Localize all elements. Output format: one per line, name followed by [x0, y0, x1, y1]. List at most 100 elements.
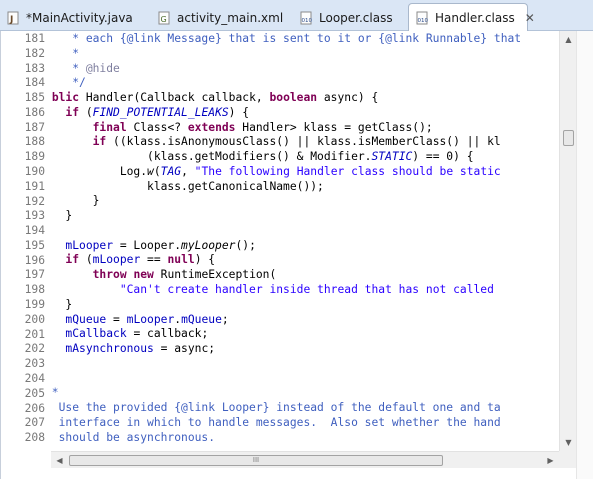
code-token: new — [133, 268, 154, 282]
line-number: 183 — [24, 61, 45, 75]
code-line[interactable]: public Handler(Callback callback, boolea… — [51, 91, 521, 106]
code-token: mLooper — [126, 312, 175, 326]
code-token: mQueue — [181, 312, 222, 326]
code-line[interactable]: Log.w(TAG, "The following Handler class … — [51, 165, 521, 180]
code-line[interactable]: mAsynchronous = async; — [51, 342, 521, 357]
code-token: mCallback — [65, 327, 127, 341]
scrollbar-corner — [559, 451, 576, 468]
tab-looper-class[interactable]: 010 Looper.class — [299, 4, 393, 31]
tab-label: Looper.class — [319, 10, 393, 25]
code-line[interactable]: throw new RuntimeException( — [51, 268, 521, 283]
scroll-down-icon[interactable]: ▼ — [560, 434, 577, 451]
code-line[interactable]: * each {@link Message} that is sent to i… — [51, 32, 521, 47]
code-line[interactable] — [51, 372, 521, 387]
code-token: FIND_POTENTIAL_LEAKS — [92, 105, 229, 119]
line-number: 194 — [24, 224, 45, 238]
code-line[interactable]: (klass.getModifiers() & Modifier.STATIC)… — [51, 150, 521, 165]
code-token: */ — [72, 76, 86, 90]
code-token: } — [65, 209, 73, 223]
code-token: * — [72, 46, 80, 60]
code-token: ( — [79, 105, 93, 119]
tab-handler-class[interactable]: 010 Handler.class ✕ — [408, 3, 535, 32]
code-token: if — [92, 135, 107, 149]
line-number: 188 — [24, 135, 45, 149]
code-token: ((klass.isAnonymousClass() || klass.isMe… — [106, 135, 501, 149]
code-line[interactable]: mQueue = mLooper.mQueue; — [51, 313, 521, 328]
code-area[interactable]: * each {@link Message} that is sent to i… — [51, 31, 559, 451]
code-token: (); — [235, 238, 256, 252]
code-token: ) { — [194, 253, 216, 267]
code-line[interactable]: * — [51, 47, 521, 62]
code-line[interactable]: if ((klass.isAnonymousClass() || klass.i… — [51, 135, 521, 150]
code-line[interactable]: } — [51, 298, 521, 313]
code-token: * — [72, 61, 80, 75]
code-token: == — [140, 253, 168, 267]
code-token: ) { — [228, 105, 250, 119]
tab-activity-main-xml[interactable]: G activity_main.xml — [157, 4, 283, 31]
line-number: 206 — [24, 401, 45, 415]
code-token: (klass.getModifiers() & Modifier. — [147, 150, 372, 164]
code-token: STATIC — [371, 150, 413, 164]
line-number: 184 — [24, 76, 45, 90]
code-line[interactable]: final Class<? extends Handler> klass = g… — [51, 121, 521, 136]
line-number: 196 — [24, 253, 45, 267]
code-token: null — [167, 253, 195, 267]
line-number: 197 — [24, 268, 45, 282]
tab-mainactivity-java[interactable]: J *MainActivity.java — [6, 4, 133, 31]
horizontal-scrollbar[interactable]: ◀ III ▶ — [51, 451, 559, 468]
line-number: 186 — [24, 105, 45, 119]
code-token: * should be asynchronous. — [51, 430, 216, 444]
xml-file-icon: G — [158, 11, 170, 24]
code-line[interactable]: mCallback = callback; — [51, 327, 521, 342]
code-line[interactable] — [51, 224, 521, 239]
line-number: 198 — [24, 283, 45, 297]
code-token: extends — [187, 120, 236, 134]
line-number: 201 — [24, 327, 45, 341]
code-line[interactable]: } — [51, 357, 521, 372]
line-number: 192 — [24, 194, 45, 208]
horizontal-scroll-thumb[interactable]: III — [69, 455, 443, 466]
code-editor[interactable]: 181 182 183 184 185 186 187 188 189 190 191 192 193 1… — [0, 31, 593, 479]
code-token: boolean — [269, 91, 318, 105]
vertical-scroll-thumb[interactable] — [563, 130, 574, 146]
code-line[interactable]: */ — [51, 76, 521, 91]
code-line[interactable]: "Can't create handler inside thread that… — [51, 283, 521, 298]
code-line[interactable]: if (FIND_POTENTIAL_LEAKS) { — [51, 106, 521, 121]
code-line[interactable]: /** — [51, 386, 521, 401]
code-line[interactable]: * @hide — [51, 62, 521, 77]
code-line[interactable]: * should be asynchronous. — [51, 431, 521, 446]
code-line[interactable]: } — [51, 209, 521, 224]
code-line[interactable]: } — [51, 194, 521, 209]
close-tab-icon[interactable]: ✕ — [525, 11, 535, 25]
code-line[interactable]: * Use the provided {@link Looper} instea… — [51, 401, 521, 416]
vertical-scrollbar[interactable]: ▲ ▼ — [559, 31, 576, 451]
code-token: mLooper — [92, 253, 141, 267]
code-line[interactable]: * interface in which to handle messages.… — [51, 416, 521, 431]
line-number: 202 — [24, 342, 45, 356]
code-token: if — [65, 253, 80, 267]
code-line[interactable]: mLooper = Looper.myLooper(); — [51, 239, 521, 254]
code-line[interactable]: klass.getCanonicalName()); — [51, 180, 521, 195]
line-number: 187 — [24, 120, 45, 134]
line-number: 191 — [24, 179, 45, 193]
line-number: 199 — [24, 298, 45, 312]
code-token: } — [92, 194, 100, 208]
line-number: 207 — [24, 416, 45, 430]
svg-text:010: 010 — [302, 18, 313, 24]
code-line[interactable]: if (mLooper == null) { — [51, 253, 521, 268]
scroll-up-icon[interactable]: ▲ — [560, 31, 577, 48]
code-token: TAG — [160, 164, 182, 178]
code-token: mLooper — [65, 238, 114, 252]
code-token: @hide — [85, 61, 120, 75]
svg-text:G: G — [161, 15, 167, 24]
line-number: 204 — [24, 371, 45, 385]
scroll-left-icon[interactable]: ◀ — [51, 452, 68, 469]
code-token: mAsynchronous — [65, 342, 154, 356]
scroll-right-icon[interactable]: ▶ — [542, 452, 559, 469]
code-token: * Use the provided {@link Looper} instea… — [51, 401, 501, 415]
code-token: ( — [153, 164, 161, 178]
